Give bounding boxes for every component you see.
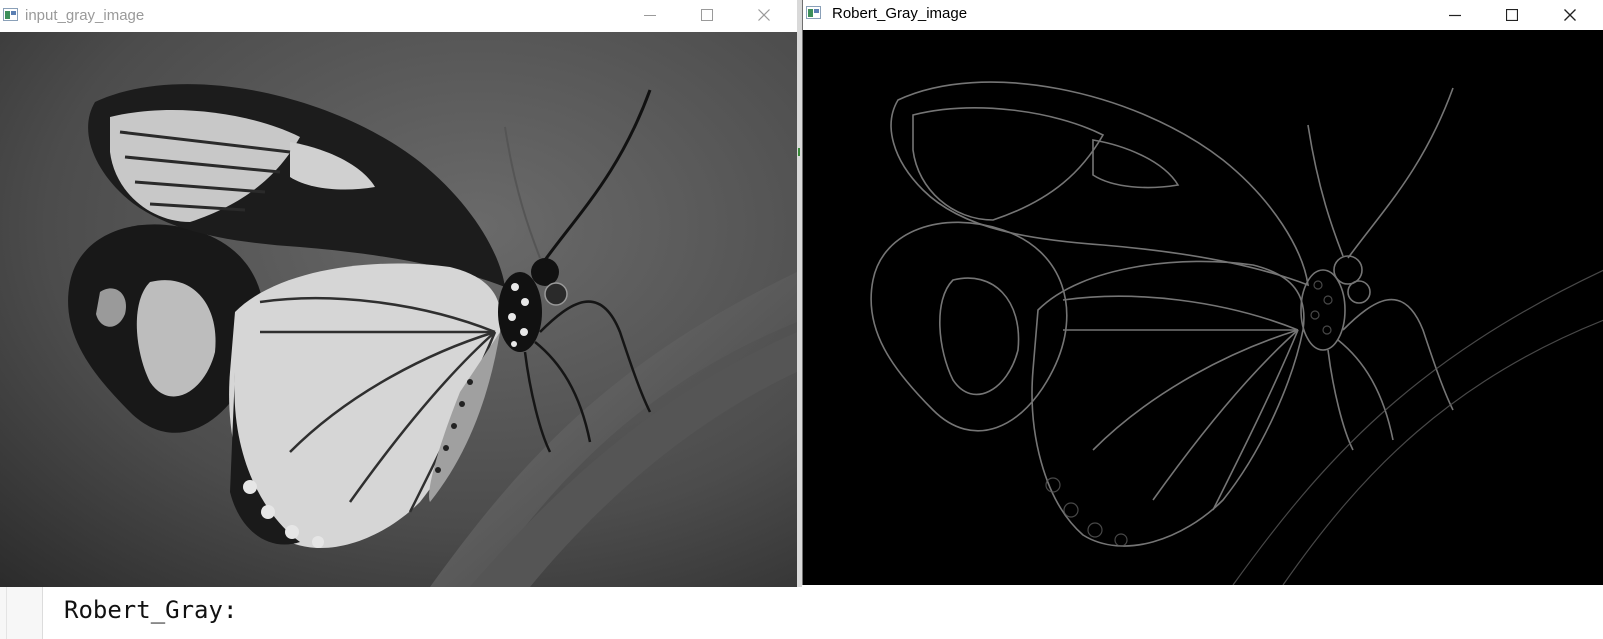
minimize-button[interactable] xyxy=(1432,0,1478,30)
gap-marker xyxy=(798,148,800,156)
window-input-gray-image[interactable]: input_gray_image xyxy=(0,0,798,587)
app-icon xyxy=(806,6,821,19)
image-canvas[interactable] xyxy=(0,32,797,587)
window-titlebar[interactable]: input_gray_image xyxy=(0,0,797,32)
code-line-text[interactable]: Robert_Gray: xyxy=(64,596,237,624)
image-canvas[interactable] xyxy=(803,30,1603,585)
close-icon xyxy=(758,9,770,21)
butterfly-photo xyxy=(0,32,797,587)
window-titlebar[interactable]: Robert_Gray_image xyxy=(803,0,1603,30)
maximize-button[interactable] xyxy=(1489,0,1535,30)
window-title: Robert_Gray_image xyxy=(832,5,968,22)
minimize-button[interactable] xyxy=(627,0,673,30)
close-icon xyxy=(1564,9,1576,21)
minimize-icon xyxy=(1449,14,1461,17)
gutter-divider xyxy=(6,586,7,639)
maximize-icon xyxy=(701,9,713,21)
desktop: Robert_Gray: input_gray_image Robert_Gra… xyxy=(0,0,1603,639)
maximize-button[interactable] xyxy=(684,0,730,30)
window-robert-gray-image[interactable]: Robert_Gray_image xyxy=(802,0,1603,585)
close-button[interactable] xyxy=(741,0,787,30)
app-icon xyxy=(3,8,18,21)
edge-detection-output xyxy=(803,30,1603,585)
maximize-icon xyxy=(1506,9,1518,21)
window-title: input_gray_image xyxy=(25,7,145,24)
close-button[interactable] xyxy=(1547,0,1593,30)
minimize-icon xyxy=(644,15,656,16)
